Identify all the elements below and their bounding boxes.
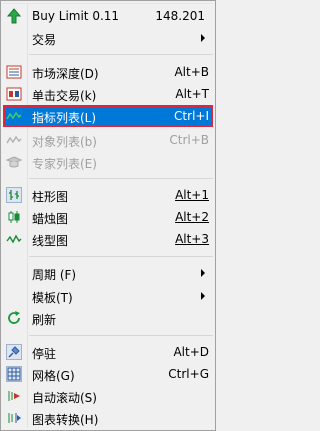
submenu-arrow-icon <box>201 269 205 277</box>
grid-label: 网格(G) <box>32 369 75 383</box>
menu-top-border <box>3 3 213 4</box>
template-submenu[interactable]: 模板(T) <box>3 285 213 307</box>
market-depth-shortcut: Alt+B <box>174 65 209 79</box>
dock-item[interactable]: 停驻 Alt+D <box>3 341 213 363</box>
line-chart-shortcut: Alt+3 <box>175 232 209 246</box>
trading-label: 交易 <box>32 33 57 47</box>
market-depth-label: 市场深度(D) <box>32 67 99 81</box>
autoscroll-item[interactable]: 自动滚动(S) <box>3 385 213 407</box>
template-label: 模板(T) <box>32 291 73 305</box>
separator <box>29 335 213 336</box>
one-click-shortcut: Alt+T <box>175 87 209 101</box>
indicator-list-shortcut: Ctrl+I <box>174 109 209 123</box>
grid-item[interactable]: 网格(G) Ctrl+G <box>3 363 213 385</box>
indicator-list-label: 指标列表(L) <box>32 111 97 125</box>
buy-limit-price: 148.201 <box>155 9 205 23</box>
trading-submenu[interactable]: 交易 <box>3 27 213 49</box>
refresh-icon <box>6 310 22 326</box>
expert-hat-icon <box>6 154 22 170</box>
context-menu: Buy Limit 0.11 148.201 交易 市场深度(D) Alt+B <box>0 0 216 431</box>
bar-chart-icon <box>6 187 22 203</box>
autoscroll-icon <box>6 388 22 404</box>
chart-shift-icon <box>6 410 22 426</box>
buy-limit-item[interactable]: Buy Limit 0.11 148.201 <box>3 5 213 27</box>
candlestick-shortcut: Alt+2 <box>175 210 209 224</box>
separator <box>29 178 213 179</box>
chart-shift-item[interactable]: 图表转换(H) <box>3 407 213 429</box>
buy-arrow-icon <box>6 8 22 24</box>
one-click-trading-item[interactable]: 单击交易(k) Alt+T <box>3 83 213 105</box>
refresh-item[interactable]: 刷新 <box>3 307 213 329</box>
expert-list-item[interactable]: 专家列表(E) <box>3 151 213 173</box>
refresh-label: 刷新 <box>32 313 57 327</box>
bar-chart-shortcut: Alt+1 <box>175 188 209 202</box>
buy-limit-label: Buy Limit 0.11 <box>32 9 120 23</box>
candlestick-icon <box>6 209 22 225</box>
candlestick-label: 蜡烛图 <box>32 212 69 226</box>
line-chart-item[interactable]: 线型图 Alt+3 <box>3 228 213 250</box>
separator <box>29 256 213 257</box>
dock-label: 停驻 <box>32 347 57 361</box>
object-list-shortcut: Ctrl+B <box>169 133 209 147</box>
pin-icon <box>6 344 22 360</box>
grid-icon <box>6 366 22 382</box>
bar-chart-label: 柱形图 <box>32 190 69 204</box>
expert-list-label: 专家列表(E) <box>32 157 97 171</box>
market-depth-item[interactable]: 市场深度(D) Alt+B <box>3 61 213 83</box>
line-chart-icon <box>6 231 22 247</box>
object-list-label: 对象列表(b) <box>32 135 97 149</box>
period-submenu[interactable]: 周期 (F) <box>3 262 213 284</box>
separator <box>29 54 213 55</box>
indicator-list-item[interactable]: 指标列表(L) Ctrl+I <box>3 105 213 127</box>
candlestick-item[interactable]: 蜡烛图 Alt+2 <box>3 206 213 228</box>
period-label: 周期 (F) <box>32 268 77 282</box>
indicator-wave-icon <box>6 108 22 124</box>
submenu-arrow-icon <box>201 292 205 300</box>
bar-chart-item[interactable]: 柱形图 Alt+1 <box>3 184 213 206</box>
market-depth-icon <box>6 64 22 80</box>
autoscroll-label: 自动滚动(S) <box>32 391 97 405</box>
object-list-item[interactable]: 对象列表(b) Ctrl+B <box>3 129 213 151</box>
one-click-label: 单击交易(k) <box>32 89 97 103</box>
object-list-icon <box>6 132 22 148</box>
one-click-icon <box>6 86 22 102</box>
dock-shortcut: Alt+D <box>173 345 209 359</box>
grid-shortcut: Ctrl+G <box>168 367 209 381</box>
chart-shift-label: 图表转换(H) <box>32 413 99 427</box>
submenu-arrow-icon <box>201 34 205 42</box>
line-chart-label: 线型图 <box>32 234 69 248</box>
